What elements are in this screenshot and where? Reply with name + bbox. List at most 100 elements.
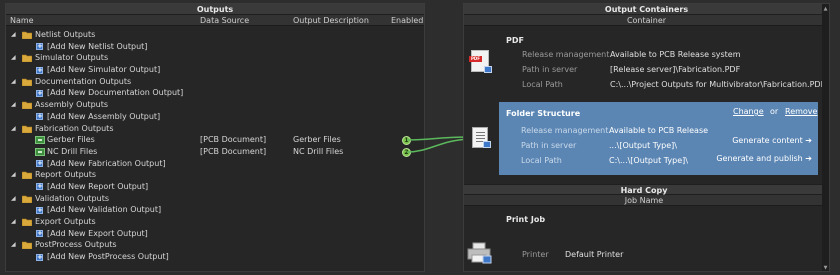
add-icon[interactable]: +	[36, 160, 43, 168]
pdf-path-value: [Release server]\Fabrication.PDF	[610, 65, 741, 74]
tree-group-row[interactable]: ◢ Export Outputs	[6, 216, 424, 228]
add-output-label[interactable]: [Add New Simulator Output]	[47, 64, 160, 76]
group-label: Validation Outputs	[35, 193, 110, 203]
folder-icon	[21, 125, 33, 133]
tree-group-row[interactable]: ◢ Validation Outputs	[6, 193, 424, 205]
generate-publish-link[interactable]: Generate and publish ➔	[716, 154, 812, 163]
remove-link[interactable]: Remove	[785, 107, 817, 116]
expand-triangle-icon[interactable]: ◢	[11, 193, 16, 205]
scroll-up-icon[interactable]: ▲	[823, 6, 828, 12]
scroll-down-icon[interactable]: ▼	[823, 265, 828, 271]
output-description: NC Drill Files	[293, 146, 344, 156]
column-name[interactable]: Name	[10, 15, 34, 26]
change-link[interactable]: Change	[733, 107, 764, 116]
folder-path-value: ...\[Output Type]\	[609, 141, 677, 150]
pdf-container-title: PDF	[506, 36, 524, 45]
outputs-tree: ◢ Netlist Outputs + [Add New Netlist Output…	[6, 26, 424, 263]
add-output-label[interactable]: [Add New Report Output]	[47, 181, 148, 193]
folder-structure-container[interactable]: Folder Structure Change or Remove Releas…	[499, 102, 818, 175]
container-column-header[interactable]: Container	[464, 15, 829, 26]
outputs-panel-title: Outputs	[6, 4, 424, 15]
folder-icon	[21, 101, 33, 110]
output-label: NC Drill Files	[47, 146, 98, 156]
add-output-label[interactable]: [Add New Assembly Output]	[47, 111, 160, 123]
folder-release-label: Release management	[521, 126, 609, 135]
or-text: or	[770, 107, 779, 116]
tree-group-row[interactable]: ◢ Netlist Outputs	[6, 29, 424, 41]
expand-triangle-icon[interactable]: ◢	[11, 216, 16, 228]
tree-group-row[interactable]: ◢ PostProcess Outputs	[6, 239, 424, 251]
expand-triangle-icon[interactable]: ◢	[11, 52, 16, 64]
folder-release-value: Available to PCB Release	[609, 126, 709, 135]
group-label: Export Outputs	[35, 217, 96, 226]
tree-add-row[interactable]: + [Add New PostProcess Output]	[6, 251, 424, 263]
column-enabled[interactable]: Enabled	[391, 15, 423, 26]
pdf-container[interactable]: PDF PDF Release management Available to …	[464, 28, 826, 100]
tree-output-row[interactable]: NC Drill Files [PCB Document] NC Drill Fil…	[6, 146, 424, 158]
output-file-icon	[35, 136, 45, 145]
add-icon[interactable]: +	[36, 230, 43, 238]
print-job-title[interactable]: Print Job	[506, 215, 545, 224]
containers-scrollbar[interactable]: ▲ ▼	[822, 4, 829, 271]
expand-triangle-icon[interactable]: ◢	[11, 169, 16, 181]
pdf-local-value: C:\...\Project Outputs for Multivibrator…	[610, 80, 826, 89]
tree-add-row[interactable]: + [Add New Documentation Output]	[6, 87, 424, 99]
tree-add-row[interactable]: + [Add New Simulator Output]	[6, 64, 424, 76]
tree-add-row[interactable]: + [Add New Report Output]	[6, 181, 424, 193]
folder-icon	[21, 241, 33, 250]
folder-icon	[21, 31, 33, 40]
enabled-marker-icon[interactable]: 1	[402, 136, 411, 146]
expand-triangle-icon[interactable]: ◢	[11, 76, 16, 88]
tree-add-row[interactable]: + [Add New Export Output]	[6, 228, 424, 240]
add-icon[interactable]: +	[36, 183, 43, 191]
tree-group-row[interactable]: ◢ Report Outputs	[6, 169, 424, 181]
column-output-description[interactable]: Output Description	[293, 15, 369, 26]
group-label: Report Outputs	[35, 170, 97, 180]
add-icon[interactable]: +	[36, 253, 43, 261]
tree-group-row[interactable]: ◢ Simulator Outputs	[6, 52, 424, 64]
tree-group-row[interactable]: ◢ Documentation Outputs	[6, 76, 424, 88]
add-output-label[interactable]: [Add New Documentation Output]	[47, 87, 183, 99]
outputs-panel: Outputs Name Data Source Output Descript…	[5, 3, 425, 272]
add-icon[interactable]: +	[36, 43, 43, 51]
add-output-label[interactable]: [Add New PostProcess Output]	[47, 251, 169, 263]
folder-icon	[21, 171, 33, 180]
tree-add-row[interactable]: + [Add New Netlist Output]	[6, 41, 424, 53]
group-label: PostProcess Outputs	[35, 240, 117, 250]
printer-value: Default Printer	[565, 250, 624, 259]
outputs-column-header: Name Data Source Output Description Enab…	[6, 15, 424, 26]
folder-local-label: Local Path	[521, 156, 562, 165]
expand-triangle-icon[interactable]: ◢	[11, 99, 16, 111]
printer-label: Printer	[522, 250, 549, 259]
output-data-source: [PCB Document]	[200, 146, 267, 156]
add-icon[interactable]: +	[36, 206, 43, 214]
add-icon[interactable]: +	[36, 89, 43, 97]
expand-triangle-icon[interactable]: ◢	[11, 239, 16, 251]
output-description: Gerber Files	[293, 135, 341, 145]
tree-group-row[interactable]: ◢ Assembly Outputs	[6, 99, 424, 111]
job-name-header[interactable]: Job Name	[464, 195, 824, 206]
pdf-path-label: Path in server	[522, 65, 578, 74]
add-icon[interactable]: +	[36, 113, 43, 121]
tree-output-row[interactable]: Gerber Files [PCB Document] Gerber Files 1	[6, 134, 424, 146]
tree-add-row[interactable]: + [Add New Validation Output]	[6, 204, 424, 216]
pdf-release-label: Release management	[522, 50, 610, 59]
output-data-source: [PCB Document]	[200, 135, 267, 145]
column-data-source[interactable]: Data Source	[200, 15, 249, 26]
expand-triangle-icon[interactable]: ◢	[11, 29, 16, 41]
output-containers-panel: Output Containers Container PDF PDF Rele…	[463, 3, 830, 272]
tree-group-row[interactable]: ◢ Fabrication Outputs	[6, 123, 424, 135]
generate-content-link[interactable]: Generate content ➔	[732, 136, 812, 145]
enabled-marker-icon[interactable]: 2	[402, 147, 411, 157]
containers-panel-title: Output Containers	[464, 4, 829, 15]
expand-triangle-icon[interactable]: ◢	[11, 123, 16, 135]
tree-add-row[interactable]: + [Add New Assembly Output]	[6, 111, 424, 123]
add-output-label[interactable]: [Add New Fabrication Output]	[47, 158, 166, 170]
add-icon[interactable]: +	[36, 66, 43, 74]
add-output-label[interactable]: [Add New Netlist Output]	[47, 41, 147, 53]
add-output-label[interactable]: [Add New Export Output]	[47, 228, 148, 240]
tree-add-row[interactable]: + [Add New Fabrication Output]	[6, 158, 424, 170]
folder-icon	[21, 78, 33, 87]
add-output-label[interactable]: [Add New Validation Output]	[47, 204, 161, 216]
pdf-local-label: Local Path	[522, 80, 563, 89]
